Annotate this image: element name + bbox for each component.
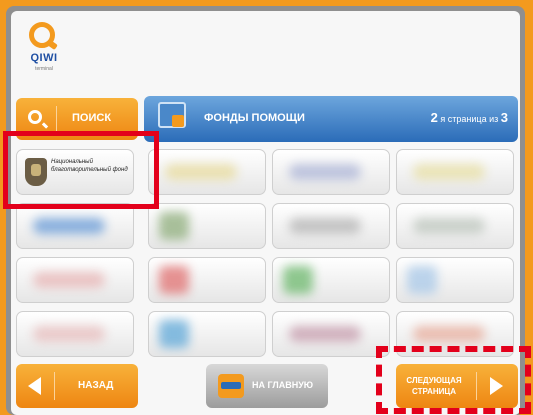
- home-icon: [218, 374, 244, 398]
- fund-tile[interactable]: [16, 257, 134, 303]
- fund-tile[interactable]: [396, 149, 514, 195]
- fund-tile[interactable]: [396, 257, 514, 303]
- category-title: ФОНДЫ ПОМОЩИ: [204, 112, 305, 124]
- fund-logo-blurred: [159, 320, 189, 348]
- back-button[interactable]: НАЗАД: [16, 364, 138, 408]
- fund-tile[interactable]: [148, 311, 266, 357]
- search-divider: [56, 106, 57, 132]
- fund-tile[interactable]: [148, 257, 266, 303]
- fund-tile[interactable]: [16, 203, 134, 249]
- fund-logo-blurred: [33, 218, 105, 234]
- fund-tile[interactable]: [272, 311, 390, 357]
- page-current: 2: [430, 110, 438, 125]
- qiwi-logo-subtext: terminal: [35, 66, 53, 72]
- qiwi-logo: QIWI terminal: [22, 22, 66, 82]
- home-button[interactable]: НА ГЛАВНУЮ: [206, 364, 328, 408]
- fund-logo-blurred: [283, 266, 313, 294]
- qiwi-logo-text: QIWI: [30, 52, 58, 64]
- fund-tile[interactable]: [16, 311, 134, 357]
- fund-logo-blurred: [159, 266, 189, 294]
- highlight-box-next-page: [376, 346, 531, 414]
- fund-logo-blurred: [289, 326, 361, 342]
- page-indicator: 2 я страница из 3: [431, 110, 508, 125]
- home-label: НА ГЛАВНУЮ: [252, 380, 314, 390]
- fund-logo-blurred: [165, 164, 237, 180]
- search-label: ПОИСК: [72, 112, 112, 124]
- page-total: 3: [500, 110, 508, 125]
- fund-logo-blurred: [159, 212, 189, 240]
- fund-logo-blurred: [289, 164, 361, 180]
- fund-logo-blurred: [289, 218, 361, 234]
- fund-tile[interactable]: [148, 203, 266, 249]
- arrow-left-icon: [28, 377, 41, 395]
- charity-category-icon: [158, 102, 186, 128]
- search-icon: [28, 110, 42, 124]
- fund-logo-blurred: [407, 266, 437, 294]
- category-header: ФОНДЫ ПОМОЩИ 2 я страница из 3: [144, 96, 518, 142]
- back-divider: [54, 372, 55, 400]
- fund-tile[interactable]: [272, 149, 390, 195]
- fund-logo-blurred: [413, 326, 485, 342]
- fund-logo-blurred: [413, 164, 485, 180]
- highlight-box-fund: [3, 131, 159, 209]
- fund-tile[interactable]: [272, 203, 390, 249]
- fund-tile[interactable]: [272, 257, 390, 303]
- qiwi-q-tail: [47, 39, 58, 51]
- fund-logo-blurred: [33, 326, 105, 342]
- fund-tile[interactable]: [396, 203, 514, 249]
- page-suffix: я страница из: [440, 114, 499, 124]
- fund-tile[interactable]: [148, 149, 266, 195]
- fund-logo-blurred: [413, 218, 485, 234]
- fund-logo-blurred: [33, 272, 105, 288]
- back-label: НАЗАД: [78, 380, 114, 391]
